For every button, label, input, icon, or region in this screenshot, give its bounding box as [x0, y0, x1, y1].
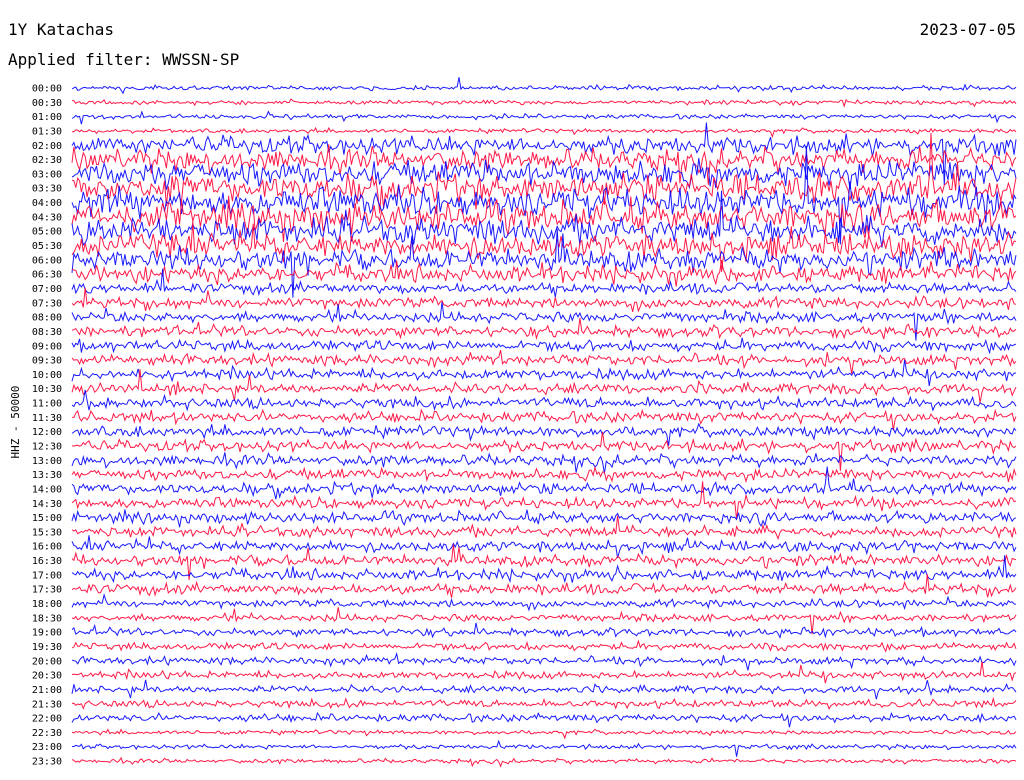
- time-label-1630: 16:30: [32, 556, 62, 567]
- time-label-0600: 06:00: [32, 255, 62, 266]
- time-label-0000: 00:00: [32, 84, 62, 95]
- trace-line-1800: [71, 593, 1017, 612]
- time-label-0700: 07:00: [32, 284, 62, 295]
- trace-line-2230: [71, 728, 1017, 740]
- time-label-1130: 11:30: [32, 413, 62, 424]
- time-label-1300: 13:00: [32, 456, 62, 467]
- trace-line-1700: [71, 555, 1017, 584]
- time-label-1330: 13:30: [32, 470, 62, 481]
- time-label-0230: 02:30: [32, 155, 62, 166]
- time-label-0500: 05:00: [32, 227, 62, 238]
- time-label-0530: 05:30: [32, 241, 62, 252]
- time-label-1900: 19:00: [32, 628, 62, 639]
- trace-line-1330: [71, 465, 1017, 484]
- time-label-1230: 12:30: [32, 442, 62, 453]
- trace-line-1900: [71, 622, 1017, 639]
- time-label-0400: 04:00: [32, 198, 62, 209]
- time-label-group: 00:00 00:30 01:00 01:30 02:00 02:30 03:00 03:30…: [32, 84, 62, 768]
- time-label-1530: 15:30: [32, 527, 62, 538]
- trace-line-0800: [71, 301, 1017, 341]
- time-label-1830: 18:30: [32, 613, 62, 624]
- time-label-2130: 21:30: [32, 699, 62, 710]
- trace-line-1300: [71, 452, 1017, 474]
- time-label-1030: 10:30: [32, 384, 62, 395]
- trace-line-1100: [71, 389, 1017, 412]
- time-label-1100: 11:00: [32, 399, 62, 410]
- time-label-2200: 22:00: [32, 714, 62, 725]
- trace-line-0930: [71, 349, 1017, 374]
- time-label-1200: 12:00: [32, 427, 62, 438]
- time-label-2230: 22:30: [32, 728, 62, 739]
- time-label-1800: 18:00: [32, 599, 62, 610]
- trace-line-2130: [71, 696, 1017, 710]
- trace-line-2200: [71, 711, 1017, 728]
- time-label-1000: 10:00: [32, 370, 62, 381]
- time-label-0200: 02:00: [32, 141, 62, 152]
- trace-group: [71, 77, 1017, 768]
- trace-line-2300: [71, 739, 1017, 757]
- time-label-1700: 17:00: [32, 570, 62, 581]
- time-label-1430: 14:30: [32, 499, 62, 510]
- trace-line-1930: [71, 639, 1017, 653]
- trace-line-1230: [71, 431, 1017, 471]
- trace-line-0100: [71, 110, 1017, 125]
- trace-line-1630: [71, 544, 1017, 581]
- time-label-0100: 01:00: [32, 112, 62, 123]
- trace-line-1400: [71, 466, 1017, 500]
- time-label-0300: 03:00: [32, 169, 62, 180]
- time-label-1400: 14:00: [32, 485, 62, 496]
- trace-line-0000: [71, 77, 1017, 95]
- time-label-0800: 08:00: [32, 313, 62, 324]
- helicorder-plot: 00:00 00:30 01:00 01:30 02:00 02:30 03:00 03:30…: [32, 77, 1017, 768]
- trace-line-1000: [71, 359, 1017, 386]
- time-label-1930: 19:30: [32, 642, 62, 653]
- trace-line-1830: [71, 607, 1017, 635]
- time-label-2330: 23:30: [32, 757, 62, 768]
- time-label-0730: 07:30: [32, 298, 62, 309]
- time-label-0630: 06:30: [32, 270, 62, 281]
- time-label-1500: 15:00: [32, 513, 62, 524]
- time-label-2000: 20:00: [32, 656, 62, 667]
- time-label-0430: 04:30: [32, 212, 62, 223]
- trace-line-2030: [71, 661, 1017, 684]
- time-label-0900: 09:00: [32, 341, 62, 352]
- time-label-0130: 01:30: [32, 127, 62, 138]
- time-label-1730: 17:30: [32, 585, 62, 596]
- trace-line-0900: [71, 337, 1017, 355]
- time-label-0930: 09:30: [32, 356, 62, 367]
- trace-line-0130: [72, 126, 1017, 139]
- trace-line-2100: [71, 679, 1017, 700]
- trace-line-1500: [71, 509, 1017, 528]
- trace-line-2000: [71, 651, 1017, 671]
- trace-line-1600: [71, 535, 1017, 559]
- trace-line-0030: [71, 98, 1017, 108]
- time-label-0830: 08:30: [32, 327, 62, 338]
- time-label-0330: 03:30: [32, 184, 62, 195]
- time-label-1600: 16:00: [32, 542, 62, 553]
- trace-line-2330: [71, 756, 1017, 768]
- time-label-0030: 00:30: [32, 98, 62, 109]
- time-label-2030: 20:30: [32, 671, 62, 682]
- time-label-2100: 21:00: [32, 685, 62, 696]
- trace-line-0830: [71, 317, 1017, 341]
- time-label-2300: 23:00: [32, 742, 62, 753]
